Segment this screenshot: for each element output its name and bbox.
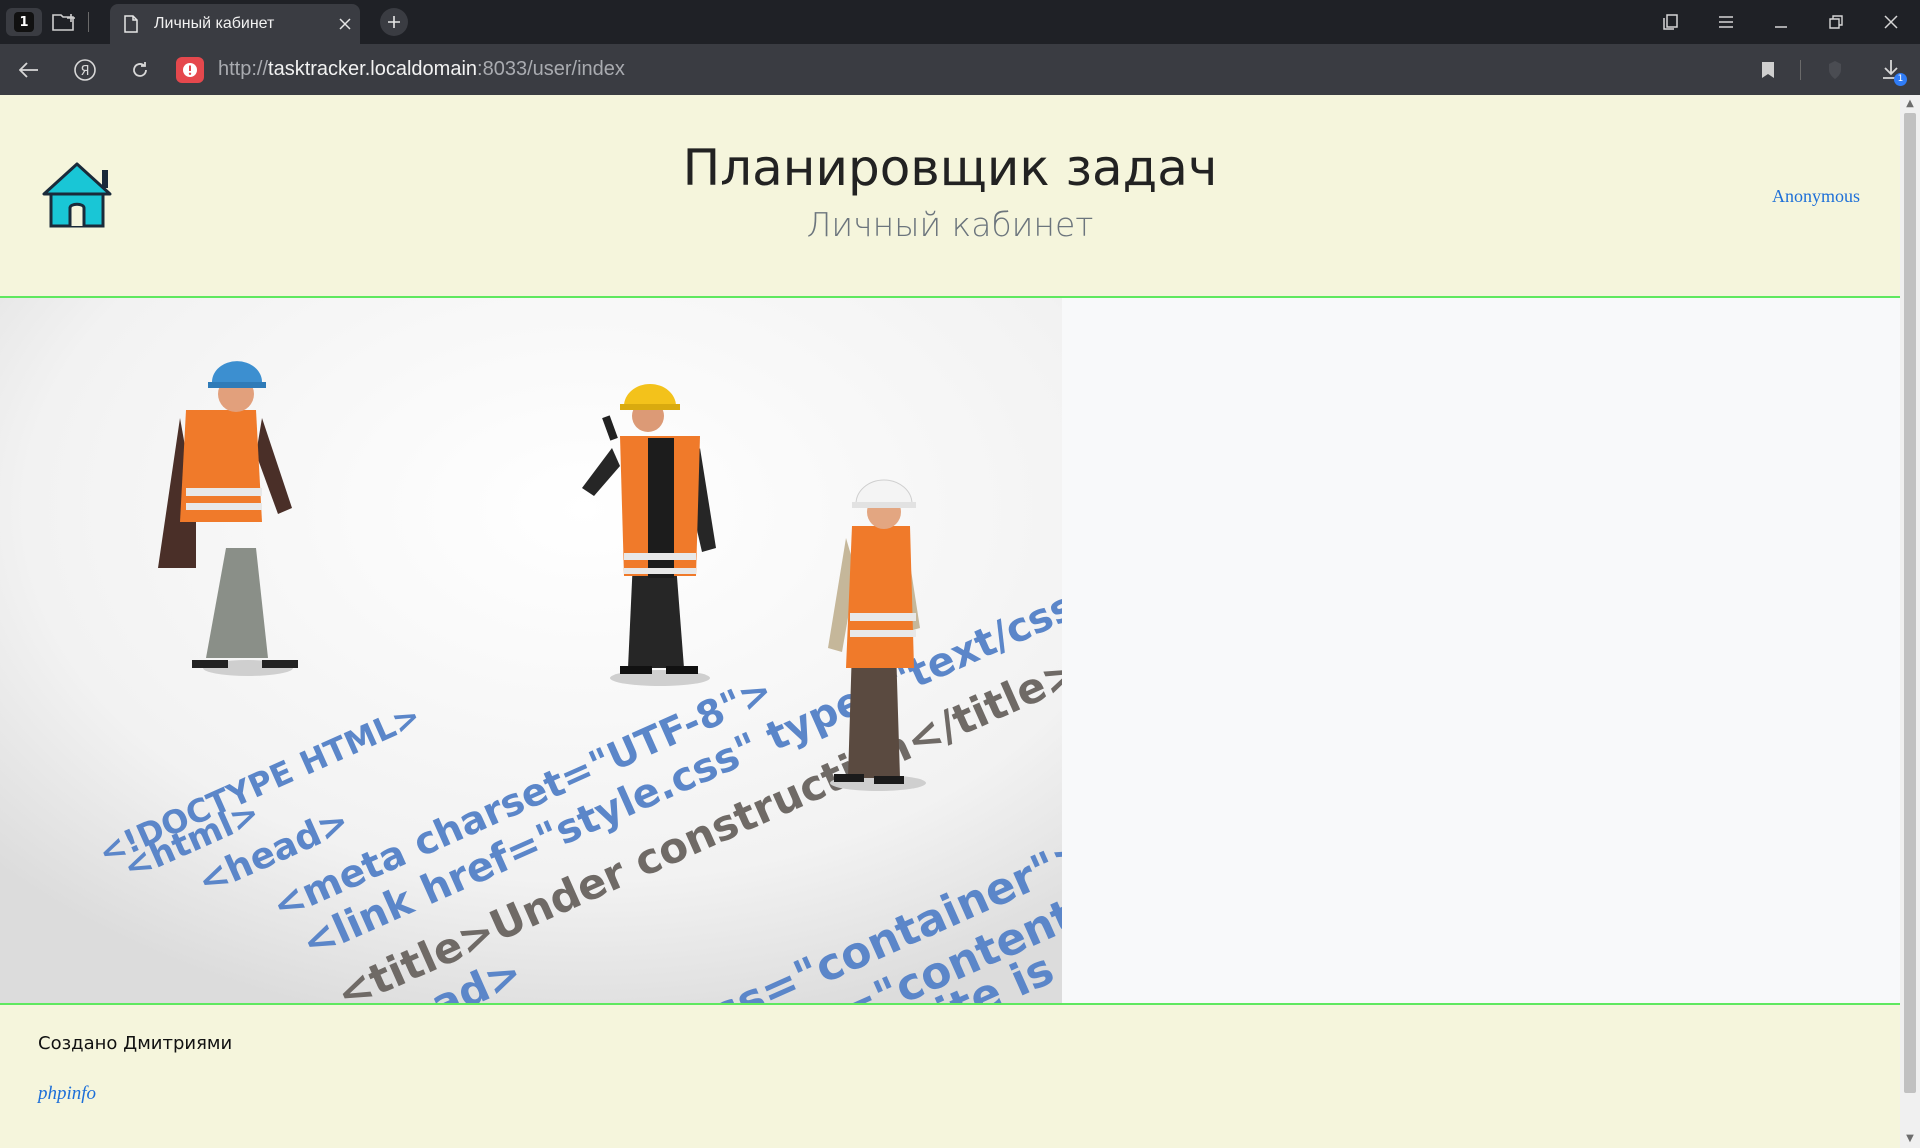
page-scrollbar[interactable]: ▲ ▼ — [1900, 95, 1920, 1148]
phpinfo-link[interactable]: phpinfo — [38, 1083, 96, 1105]
reload-icon[interactable] — [117, 44, 163, 95]
url-host: tasktracker.localdomain — [268, 58, 478, 80]
close-tab-icon[interactable] — [330, 18, 360, 30]
page-icon — [124, 15, 138, 33]
menu-icon[interactable] — [1698, 0, 1753, 44]
restore-icon[interactable] — [1808, 0, 1863, 44]
address-bar: Я http://tasktracker.localdomain:8033/us… — [0, 44, 1920, 95]
hero-image: <!DOCTYPE HTML> <html> <head> <meta charset… — [0, 298, 1240, 1140]
main-content: <!DOCTYPE HTML> <html> <head> <meta charset… — [0, 298, 1900, 1140]
scroll-down-arrow-icon[interactable]: ▼ — [1904, 1133, 1916, 1145]
security-warning-icon[interactable] — [176, 57, 204, 83]
user-link[interactable]: Anonymous — [1772, 186, 1860, 207]
back-icon[interactable] — [6, 44, 52, 95]
footer-credits: Создано Дмитриями — [38, 1033, 233, 1054]
scroll-thumb[interactable] — [1904, 113, 1916, 1093]
tab-separator — [88, 12, 89, 32]
tab-count: 1 — [14, 12, 34, 32]
url-scheme: http:// — [218, 58, 269, 80]
yandex-icon[interactable]: Я — [62, 44, 108, 95]
download-icon[interactable]: 1 — [1868, 44, 1914, 95]
scroll-up-arrow-icon[interactable]: ▲ — [1904, 98, 1916, 110]
url-path: :8033/user/index — [477, 58, 625, 80]
new-folder-tab-icon[interactable] — [48, 8, 82, 36]
close-window-icon[interactable] — [1863, 0, 1918, 44]
page-title: Планировщик задач — [682, 139, 1218, 197]
svg-text:Я: Я — [80, 64, 89, 79]
page-viewport: Планировщик задач Личный кабинет Anonymo… — [0, 95, 1900, 1148]
tab-counter-button[interactable]: 1 — [6, 8, 42, 36]
browser-tab-bar: 1 Личный кабинет — [0, 0, 1920, 44]
page-subtitle: Личный кабинет — [806, 205, 1094, 244]
minimize-icon[interactable] — [1753, 0, 1808, 44]
download-count-badge: 1 — [1894, 73, 1907, 86]
new-tab-button[interactable] — [380, 8, 408, 36]
bookmark-icon[interactable] — [1745, 44, 1791, 95]
hero-illustration: <!DOCTYPE HTML><html><head><meta charset… — [0, 298, 1240, 1140]
url-field[interactable]: http://tasktracker.localdomain:8033/user… — [218, 58, 625, 81]
site-header: Планировщик задач Личный кабинет Anonymo… — [0, 95, 1900, 298]
site-footer: Создано Дмитриями phpinfo — [0, 1005, 1900, 1148]
protect-icon[interactable] — [1812, 44, 1858, 95]
collections-icon[interactable] — [1643, 0, 1698, 44]
tab-title: Личный кабинет — [154, 15, 275, 32]
toolbar-separator — [1800, 60, 1801, 80]
tab-active[interactable]: Личный кабинет — [110, 4, 360, 44]
